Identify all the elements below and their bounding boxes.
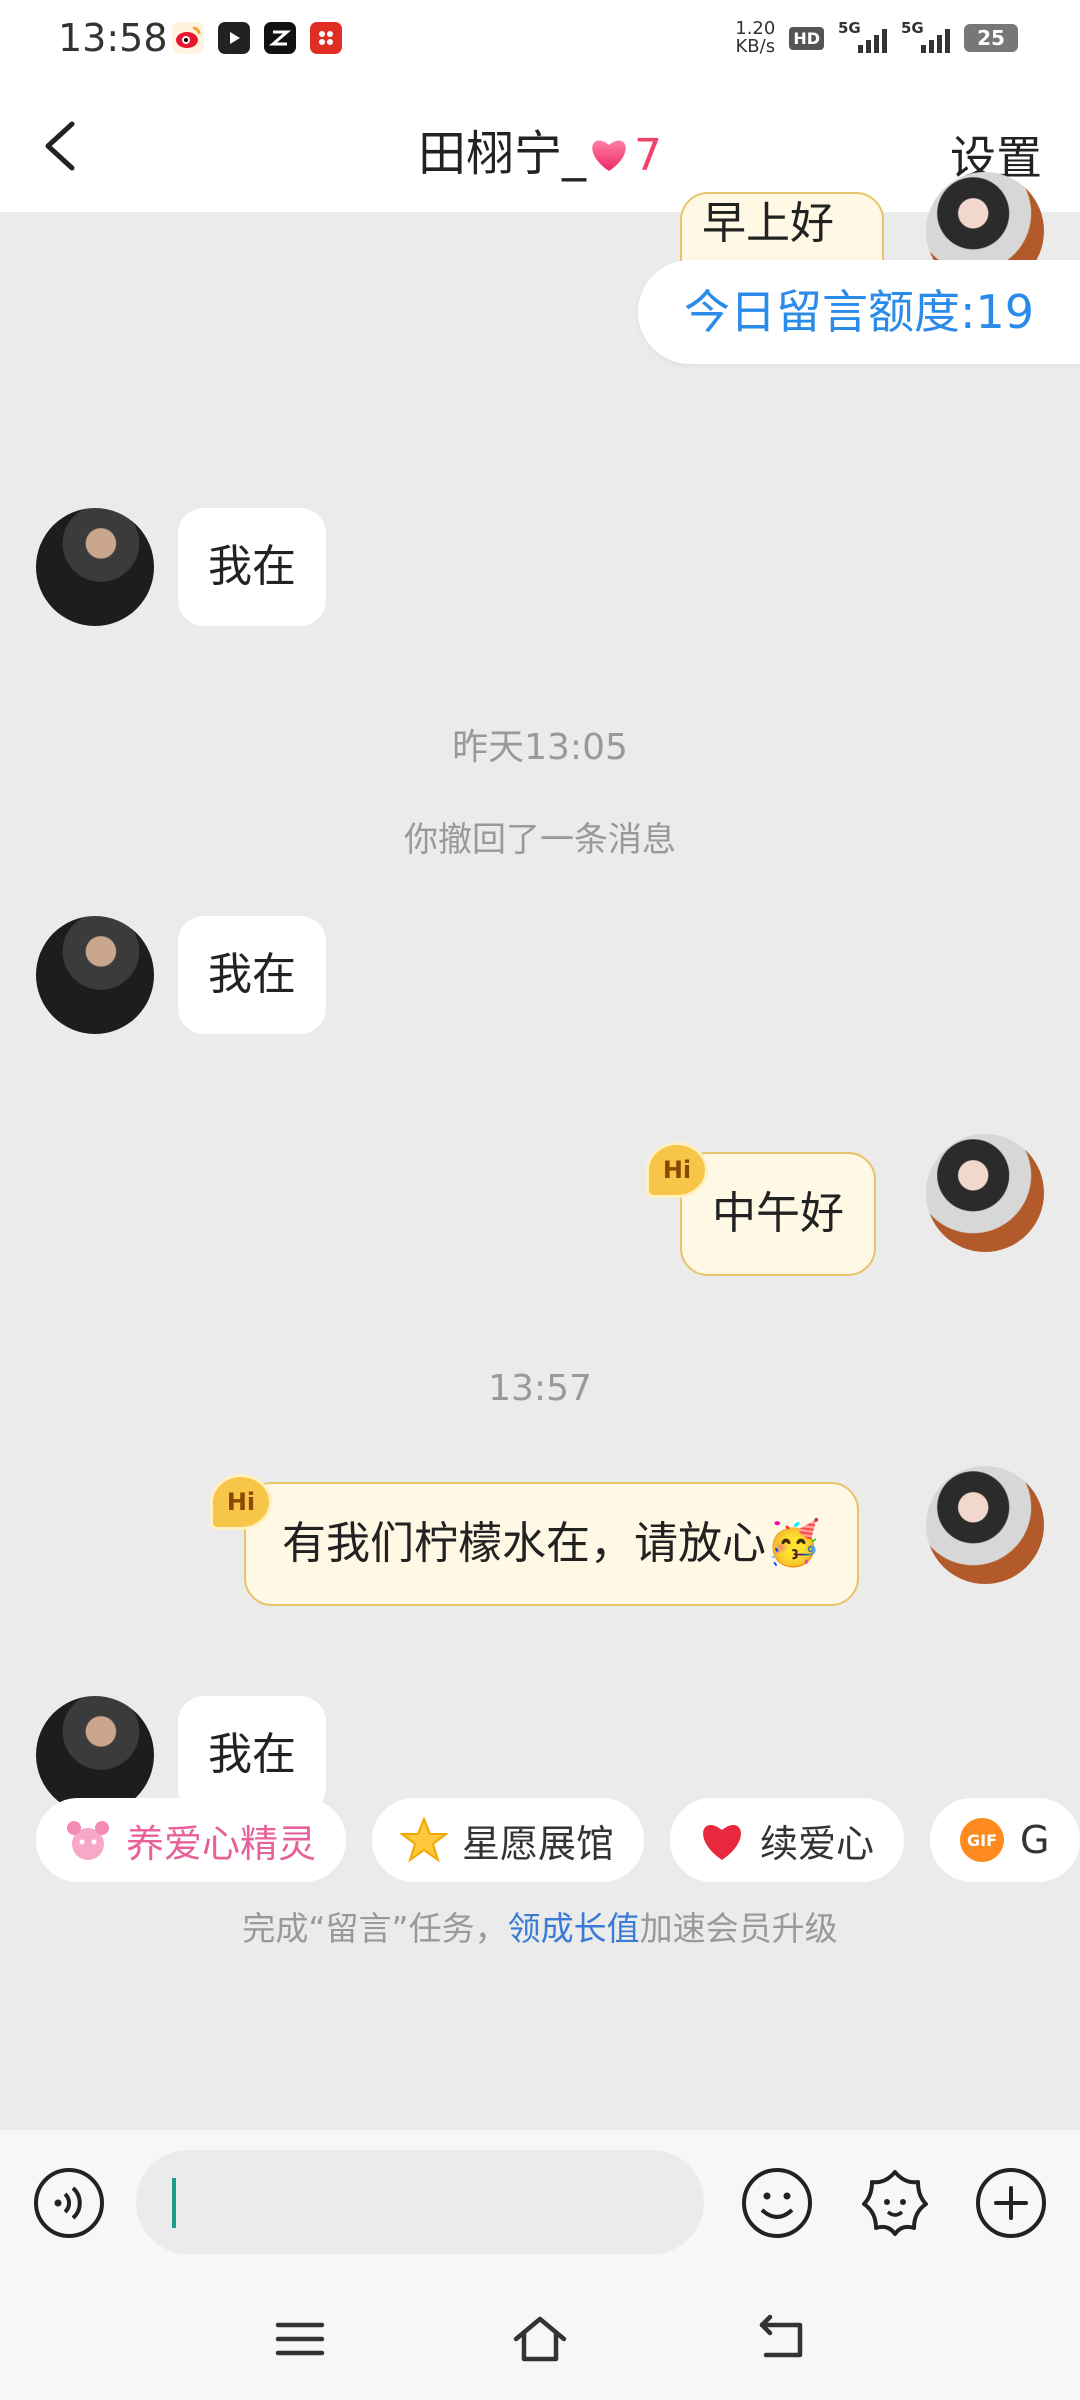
video-app-icon [218,22,250,54]
message-bubble-sent[interactable]: 中午好 [680,1152,876,1276]
star-icon [400,1816,449,1864]
status-bar: 13:58 1.20 KB/s HD 5G 5G 25 [0,0,1080,82]
network-speed: 1.20 KB/s [735,20,775,56]
hd-voice-icon: HD [789,26,824,50]
weibo-icon [172,22,204,54]
flower-sticker-icon [862,2170,928,2236]
chip-label: 星愿展馆 [462,1821,615,1866]
message-bubble-received[interactable]: 我在 [178,916,326,1034]
gif-icon: GIF [958,1816,1006,1864]
message-text: 我在 [208,949,296,1000]
emoji-button[interactable] [740,2166,814,2240]
signal-1-icon: 5G [838,19,887,53]
plus-circle-icon [976,2168,1046,2238]
home-nav-button[interactable] [510,2311,570,2367]
pinduoduo-icon [310,22,342,54]
chip-love-sprite[interactable]: 养爱心精灵 [36,1798,347,1882]
more-button[interactable] [974,2166,1048,2240]
message-bubble-sent[interactable]: 有我们柠檬水在，请放心🥳 [244,1482,859,1606]
menu-icon [275,2322,325,2356]
recall-notice: 你撤回了一条消息 [404,820,676,860]
system-nav-bar [0,2275,1080,2400]
pink-sprite-icon [64,1816,112,1864]
chip-label: 养爱心精灵 [126,1821,317,1866]
contact-name: 田栩宁_ [417,126,586,182]
message-text: 中午好 [712,1188,844,1239]
contact-avatar[interactable] [36,508,154,626]
message-text: 我在 [208,541,296,592]
back-icon [759,2314,803,2358]
message-text: 早上好 [702,198,834,249]
message-text: 我在 [208,1729,296,1780]
chip-renew-heart[interactable]: 续爱心 [670,1798,905,1882]
home-icon [513,2316,567,2362]
text-caret [172,2178,176,2228]
chip-star-wish[interactable]: 星愿展馆 [372,1798,645,1882]
my-avatar[interactable] [926,1134,1044,1252]
battery-icon: 25 [964,24,1018,52]
task-tip-suffix: 加速会员升级 [639,1909,838,1948]
chip-gif[interactable]: GIF G [930,1798,1080,1882]
message-text: 有我们柠檬水在，请放心🥳 [282,1518,821,1569]
timestamp: 昨天13:05 [452,727,628,768]
message-input[interactable] [136,2150,704,2254]
message-bubble-received[interactable]: 我在 [178,508,326,626]
signal-2-label: 5G [901,19,924,37]
task-tip: 完成“留言”任务，领成长值加速会员升级 [0,1902,1080,1950]
contact-avatar[interactable] [36,1696,154,1814]
hi-greeting-badge: Hi [210,1474,272,1530]
chip-label: G [1020,1818,1050,1862]
heart-icon [698,1816,746,1864]
smiley-icon [742,2168,812,2238]
voice-button[interactable] [32,2166,106,2240]
chip-label: 续爱心 [760,1821,875,1866]
status-time: 13:58 [58,16,168,60]
menu-nav-button[interactable] [270,2311,330,2367]
chat-title[interactable]: 田栩宁_ 7 [0,114,1080,185]
message-bubble-received[interactable]: 我在 [178,1696,326,1814]
hi-greeting-badge: Hi [646,1142,708,1198]
timestamp: 13:57 [488,1368,592,1409]
intimacy-heart-icon [588,129,630,185]
quick-action-chips: 养爱心精灵 星愿展馆 续爱心 GIF G [36,1798,1080,1882]
notification-icons [172,22,342,54]
task-tip-prefix: 完成“留言”任务， [242,1909,508,1948]
input-bar [0,2130,1080,2275]
signal-1-label: 5G [838,19,861,37]
signal-2-icon: 5G [901,19,950,53]
message-quota-badge: 今日留言额度:19 [637,260,1080,364]
my-avatar[interactable] [926,1466,1044,1584]
contact-avatar[interactable] [36,916,154,1034]
network-speed-unit: KB/s [735,36,776,57]
intimacy-level: 7 [634,130,662,181]
voice-icon [34,2168,104,2238]
chat-header: 田栩宁_ 7 设置 [0,82,1080,212]
status-indicators: 1.20 KB/s HD 5G 5G 25 [735,19,1018,56]
growth-value-link[interactable]: 领成长值 [508,1909,640,1948]
capcut-icon [264,22,296,54]
svg-text:GIF: GIF [967,1831,997,1850]
back-nav-button[interactable] [752,2311,812,2367]
sticker-button[interactable] [858,2166,932,2240]
